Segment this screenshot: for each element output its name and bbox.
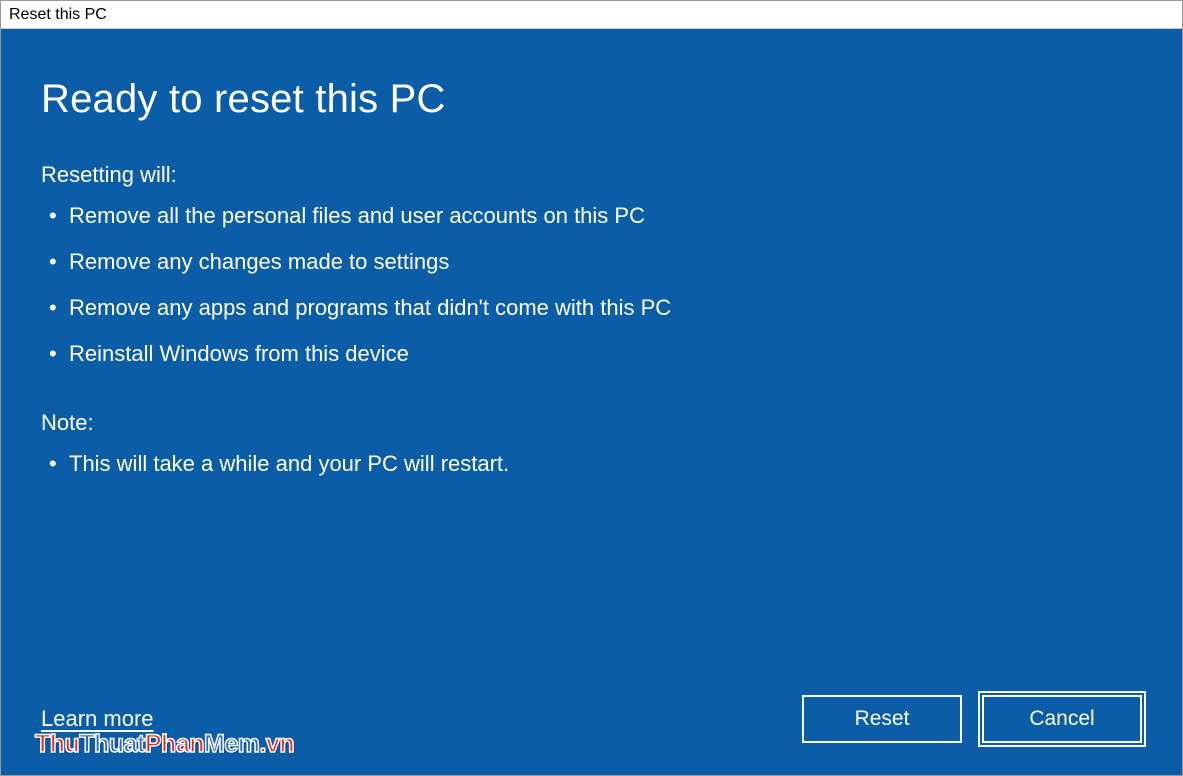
actions-list: Remove all the personal files and user a… <box>41 200 1142 384</box>
cancel-button[interactable]: Cancel <box>982 695 1142 743</box>
note-label: Note: <box>41 410 1142 436</box>
window-titlebar: Reset this PC <box>1 1 1182 29</box>
dialog-content: Ready to reset this PC Resetting will: R… <box>1 29 1182 775</box>
list-item: This will take a while and your PC will … <box>45 448 1142 480</box>
page-title: Ready to reset this PC <box>41 77 1142 122</box>
list-item: Remove any apps and programs that didn't… <box>45 292 1142 324</box>
reset-button[interactable]: Reset <box>802 695 962 743</box>
list-item: Remove all the personal files and user a… <box>45 200 1142 232</box>
dialog-footer: Learn more Reset Cancel <box>41 695 1142 747</box>
button-row: Reset Cancel <box>802 695 1142 743</box>
resetting-will-label: Resetting will: <box>41 162 1142 188</box>
list-item: Remove any changes made to settings <box>45 246 1142 278</box>
learn-more-link[interactable]: Learn more <box>41 706 154 732</box>
window-title: Reset this PC <box>9 6 107 24</box>
list-item: Reinstall Windows from this device <box>45 338 1142 370</box>
note-list: This will take a while and your PC will … <box>41 448 1142 494</box>
